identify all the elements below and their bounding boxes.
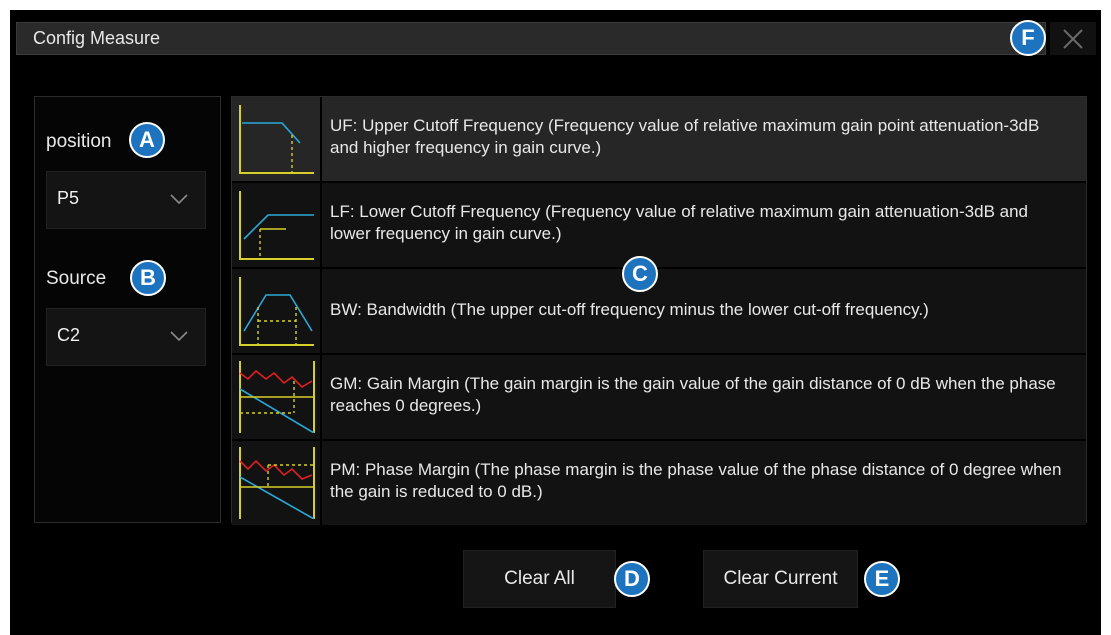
- bw-thumbnail: [232, 269, 322, 353]
- clear-current-button[interactable]: Clear Current: [703, 550, 858, 608]
- lf-thumbnail: [232, 183, 322, 267]
- title-bar: Config Measure: [10, 10, 1101, 62]
- source-select[interactable]: C2: [46, 308, 206, 366]
- pm-curve-icon: [239, 447, 315, 519]
- list-item-bw[interactable]: BW: Bandwidth (The upper cut-off frequen…: [232, 269, 1086, 355]
- bw-description: BW: Bandwidth (The upper cut-off frequen…: [330, 300, 929, 319]
- close-button[interactable]: [1050, 22, 1096, 55]
- uf-description: UF: Upper Cutoff Frequency (Frequency va…: [330, 116, 1040, 157]
- bw-curve-icon: [239, 277, 314, 346]
- left-panel: position P5 Source C2: [34, 96, 221, 523]
- pm-thumbnail: [232, 441, 322, 525]
- list-item-pm[interactable]: PM: Phase Margin (The phase margin is th…: [232, 441, 1086, 527]
- chevron-down-icon: [170, 194, 188, 205]
- top-strip: [0, 0, 1111, 10]
- lf-curve-icon: [239, 191, 314, 260]
- callout-badge-c: C: [622, 256, 658, 292]
- source-value: C2: [57, 325, 81, 345]
- list-item-uf[interactable]: UF: Upper Cutoff Frequency (Frequency va…: [232, 97, 1086, 183]
- measurement-list: UF: Upper Cutoff Frequency (Frequency va…: [231, 96, 1087, 527]
- config-measure-dialog: Config Measure F position P5 Source C2 A…: [10, 10, 1101, 635]
- clear-all-button[interactable]: Clear All: [463, 550, 616, 608]
- position-select[interactable]: P5: [46, 171, 206, 229]
- callout-badge-f: F: [1010, 20, 1046, 56]
- source-label: Source: [46, 268, 107, 289]
- title-area: Config Measure: [16, 22, 1046, 55]
- callout-badge-d: D: [614, 561, 650, 597]
- position-value: P5: [57, 188, 80, 208]
- list-item-gm[interactable]: GM: Gain Margin (The gain margin is the …: [232, 355, 1086, 441]
- close-icon: [1063, 28, 1083, 49]
- dialog-title: Config Measure: [33, 28, 161, 48]
- callout-badge-e: E: [864, 561, 900, 597]
- position-label: position: [46, 131, 112, 152]
- gm-description: GM: Gain Margin (The gain margin is the …: [330, 374, 1056, 415]
- chevron-down-icon: [170, 331, 188, 342]
- gm-curve-icon: [239, 361, 315, 433]
- uf-curve-icon: [239, 105, 314, 174]
- callout-badge-a: A: [129, 122, 165, 158]
- pm-description: PM: Phase Margin (The phase margin is th…: [330, 460, 1062, 501]
- callout-badge-b: B: [130, 260, 166, 296]
- list-item-lf[interactable]: LF: Lower Cutoff Frequency (Frequency va…: [232, 183, 1086, 269]
- gm-thumbnail: [232, 355, 322, 439]
- uf-thumbnail: [232, 97, 322, 181]
- lf-description: LF: Lower Cutoff Frequency (Frequency va…: [330, 202, 1028, 243]
